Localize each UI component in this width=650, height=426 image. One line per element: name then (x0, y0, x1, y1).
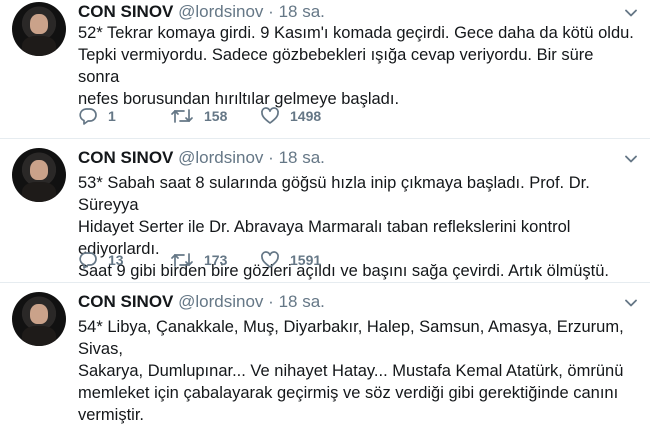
tweet-text-line: 53* Sabah saat 8 sularında göğsü hızla i… (78, 174, 590, 214)
retweet-icon (171, 109, 193, 123)
tweet-header: CON SINOV @lordsinov · 18 sa. (78, 148, 325, 168)
chevron-down-icon[interactable] (624, 296, 638, 310)
author-handle[interactable]: @lordsinov (178, 148, 263, 167)
timestamp[interactable]: 18 sa. (279, 292, 325, 311)
tweet-header: CON SINOV @lordsinov · 18 sa. (78, 2, 325, 22)
retweet-count: 173 (204, 252, 228, 268)
tweet-text: 52* Tekrar komaya girdi. 9 Kasım'ı komad… (78, 22, 638, 110)
separator-dot: · (268, 2, 274, 21)
tweet-header: CON SINOV @lordsinov · 18 sa. (78, 292, 325, 312)
divider (0, 282, 650, 283)
like-button[interactable]: 1498 (260, 106, 321, 126)
chevron-down-icon[interactable] (624, 152, 638, 166)
reply-button[interactable]: 13 (78, 250, 124, 270)
like-count: 1498 (290, 108, 322, 124)
author-name[interactable]: CON SINOV (78, 2, 173, 21)
retweet-count: 158 (204, 108, 228, 124)
separator-dot: · (268, 292, 274, 311)
tweet-text-line: memleket için çabalayarak geçirmiş ve sö… (78, 384, 619, 402)
heart-icon (261, 251, 279, 268)
chevron-down-icon[interactable] (624, 6, 638, 20)
author-handle[interactable]: @lordsinov (178, 2, 263, 21)
like-count: 1591 (290, 252, 322, 268)
timestamp[interactable]: 18 sa. (279, 2, 325, 21)
retweet-button[interactable]: 158 (170, 106, 227, 126)
retweet-icon (171, 253, 193, 267)
reply-icon (79, 108, 97, 125)
reply-count: 1 (108, 108, 116, 124)
avatar[interactable] (12, 292, 66, 346)
heart-icon (261, 107, 279, 124)
tweet-text-line: Sakarya, Dumlupınar... Ve nihayet Hatay.… (78, 362, 624, 380)
avatar[interactable] (12, 2, 66, 56)
author-name[interactable]: CON SINOV (78, 292, 173, 311)
tweet-text-line: vermiştir. (78, 406, 144, 424)
author-name[interactable]: CON SINOV (78, 148, 173, 167)
divider (0, 138, 650, 139)
reply-button[interactable]: 1 (78, 106, 116, 126)
reply-icon (79, 252, 97, 269)
tweet-text-line: Tepki vermiyordu. Sadece gözbebekleri ış… (78, 46, 594, 86)
like-button[interactable]: 1591 (260, 250, 321, 270)
tweet-text-line: 52* Tekrar komaya girdi. 9 Kasım'ı komad… (78, 24, 634, 42)
tweet-text-line: 54* Libya, Çanakkale, Muş, Diyarbakır, H… (78, 318, 624, 358)
tweet-actions: 13 173 1591 (78, 250, 438, 270)
avatar[interactable] (12, 148, 66, 202)
tweet-text: 54* Libya, Çanakkale, Muş, Diyarbakır, H… (78, 316, 638, 426)
author-handle[interactable]: @lordsinov (178, 292, 263, 311)
tweet-actions: 1 158 1498 (78, 106, 438, 126)
reply-count: 13 (108, 252, 124, 268)
separator-dot: · (268, 148, 274, 167)
timestamp[interactable]: 18 sa. (279, 148, 325, 167)
retweet-button[interactable]: 173 (170, 250, 227, 270)
